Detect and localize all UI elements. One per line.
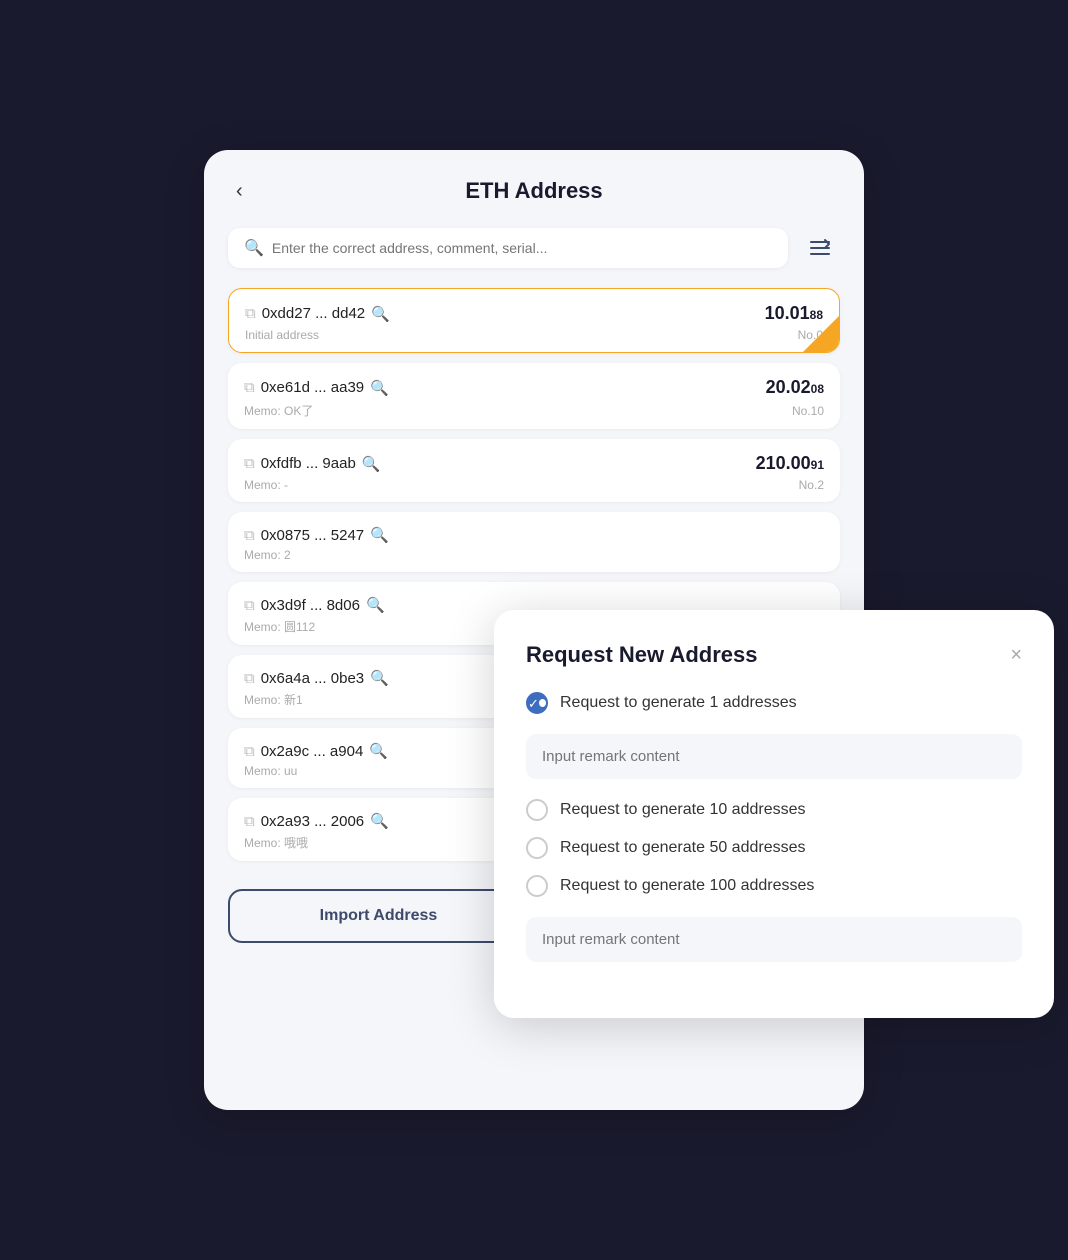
memo-text: Initial address <box>245 328 319 342</box>
address-text: 0xe61d ... aa39 <box>261 379 364 396</box>
search-address-icon[interactable]: 🔍 <box>371 305 390 323</box>
address-text: 0x6a4a ... 0be3 <box>261 670 364 687</box>
address-item[interactable]: ⧉ 0xfdfb ... 9aab 🔍 210.00 91 Memo: - No… <box>228 439 840 502</box>
address-item[interactable]: ⧉ 0xdd27 ... dd42 🔍 10.01 88 Initial add… <box>228 288 840 353</box>
page-title: ETH Address <box>465 178 602 204</box>
no-label: No.10 <box>792 404 824 418</box>
radio-circle <box>526 799 548 821</box>
radio-option[interactable]: Request to generate 10 addresses <box>526 799 1022 821</box>
import-address-button[interactable]: Import Address <box>228 889 529 943</box>
address-text: 0x2a93 ... 2006 <box>261 813 364 830</box>
copy-icon[interactable]: ⧉ <box>244 455 255 472</box>
radio-option[interactable]: Request to generate 50 addresses <box>526 837 1022 859</box>
radio-circle <box>526 875 548 897</box>
amount-main: 20.02 <box>766 377 811 398</box>
radio-circle <box>526 837 548 859</box>
address-text: 0x0875 ... 5247 <box>261 527 364 544</box>
search-address-icon[interactable]: 🔍 <box>370 812 389 830</box>
amount-decimal: 08 <box>811 382 824 396</box>
address-item[interactable]: ⧉ 0xe61d ... aa39 🔍 20.02 08 Memo: OK了 N… <box>228 363 840 429</box>
address-item[interactable]: ⧉ 0x0875 ... 5247 🔍 Memo: 2 <box>228 512 840 572</box>
search-address-icon[interactable]: 🔍 <box>370 379 389 397</box>
search-address-icon[interactable]: 🔍 <box>370 669 389 687</box>
selected-corner <box>803 316 839 352</box>
radio-label: Request to generate 10 addresses <box>560 801 806 819</box>
copy-icon[interactable]: ⧉ <box>244 813 255 830</box>
address-text: 0x3d9f ... 8d06 <box>261 597 360 614</box>
memo-text: Memo: 新1 <box>244 691 303 708</box>
radio-circle: ✓ <box>526 692 548 714</box>
no-label: No.2 <box>799 478 824 492</box>
memo-text: Memo: OK了 <box>244 402 313 419</box>
remark-input[interactable] <box>526 917 1022 962</box>
search-input[interactable] <box>272 240 772 256</box>
address-text: 0xdd27 ... dd42 <box>262 305 365 322</box>
modal-close-button[interactable]: × <box>1010 645 1022 665</box>
filter-button[interactable] <box>800 228 840 268</box>
memo-text: Memo: 2 <box>244 548 291 562</box>
search-address-icon[interactable]: 🔍 <box>362 455 381 473</box>
filter-icon <box>808 236 832 260</box>
copy-icon[interactable]: ⧉ <box>244 670 255 687</box>
modal-options: ✓ Request to generate 1 addresses Request … <box>526 692 1022 897</box>
search-icon: 🔍 <box>244 238 264 258</box>
radio-label: Request to generate 50 addresses <box>560 839 806 857</box>
radio-option[interactable]: Request to generate 100 addresses <box>526 875 1022 897</box>
radio-label: Request to generate 1 addresses <box>560 694 797 712</box>
memo-text: Memo: 哦哦 <box>244 834 308 851</box>
copy-icon[interactable]: ⧉ <box>244 527 255 544</box>
memo-text: Memo: 圆112 <box>244 618 315 635</box>
remark-input[interactable] <box>526 734 1022 779</box>
copy-icon[interactable]: ⧉ <box>244 743 255 760</box>
checkmark-icon: ✓ <box>528 697 539 710</box>
header: ‹ ETH Address <box>228 178 840 204</box>
address-text: 0xfdfb ... 9aab <box>261 455 356 472</box>
modal-card: Request New Address × ✓ Request to genera… <box>494 610 1054 1018</box>
copy-icon[interactable]: ⧉ <box>244 597 255 614</box>
back-button[interactable]: ‹ <box>228 176 251 207</box>
modal-header: Request New Address × <box>526 642 1022 668</box>
modal-title: Request New Address <box>526 642 757 668</box>
search-bar: 🔍 <box>228 228 840 268</box>
amount-decimal: 91 <box>811 458 824 472</box>
memo-text: Memo: uu <box>244 764 297 778</box>
search-address-icon[interactable]: 🔍 <box>366 596 385 614</box>
memo-text: Memo: - <box>244 478 288 492</box>
main-card: ‹ ETH Address 🔍 ⧉ 0xdd27 ... dd42 🔍 10.0… <box>204 150 864 1110</box>
radio-option[interactable]: ✓ Request to generate 1 addresses <box>526 692 1022 714</box>
copy-icon[interactable]: ⧉ <box>245 305 256 322</box>
radio-label: Request to generate 100 addresses <box>560 877 814 895</box>
amount-main: 210.00 <box>756 453 811 474</box>
copy-icon[interactable]: ⧉ <box>244 379 255 396</box>
search-address-icon[interactable]: 🔍 <box>370 526 389 544</box>
address-text: 0x2a9c ... a904 <box>261 743 364 760</box>
search-input-wrap: 🔍 <box>228 228 788 268</box>
search-address-icon[interactable]: 🔍 <box>369 742 388 760</box>
